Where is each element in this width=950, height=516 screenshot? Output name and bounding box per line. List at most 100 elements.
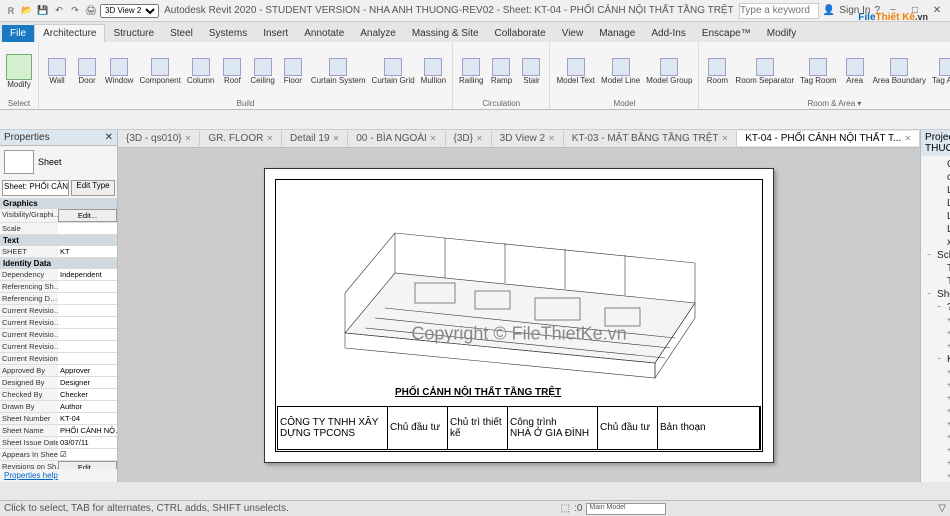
ribbon-tab-manage[interactable]: Manage [591, 25, 643, 42]
door-button[interactable]: Door [73, 56, 101, 87]
project-browser-tree[interactable]: Copy of xc_s1cấu tạo sànLegend 1Legend 2… [921, 156, 950, 482]
tree-node[interactable]: +KC-07 - CHI TIẾT THÉP [923, 457, 950, 470]
property-value[interactable]: Independent [58, 269, 117, 280]
column-button[interactable]: Column [185, 56, 217, 87]
property-value[interactable]: Edit... [58, 461, 117, 469]
tree-node[interactable]: −??? [923, 301, 950, 314]
tree-node[interactable]: +KC-04 - MẶT BẰNG CỘT TRỆT, TẦNG 2 [923, 418, 950, 431]
view-tab[interactable]: KT-04 - PHỐI CẢNH NỘI THẤT T...✕ [737, 131, 920, 146]
ribbon-tab-systems[interactable]: Systems [201, 25, 255, 42]
property-value[interactable] [58, 353, 117, 364]
user-icon[interactable]: 👤 [823, 5, 835, 16]
window-button[interactable]: Window [103, 56, 135, 87]
tree-node[interactable]: +00-1 - PHỐI CẢNH MẶT TRƯỚC [923, 327, 950, 340]
expand-icon[interactable]: − [927, 249, 935, 262]
curtainsystem-button[interactable]: Curtain System [309, 56, 368, 87]
expand-icon[interactable]: − [927, 288, 935, 301]
area-button[interactable]: Area [841, 56, 869, 87]
ribbon-tab-steel[interactable]: Steel [162, 25, 201, 42]
tree-node[interactable]: THỐNG KÊ BẢN VẼ KIẾN TRÚC [923, 262, 950, 275]
view-dropdown[interactable]: 3D View 2 [100, 4, 159, 18]
tree-node[interactable]: cấu tạo sàn [923, 171, 950, 184]
type-selector[interactable]: Sheet [0, 146, 117, 178]
component-button[interactable]: Component [137, 56, 182, 87]
close-tab-icon[interactable]: ✕ [721, 134, 728, 143]
property-value[interactable]: Edit... [58, 209, 117, 222]
tree-node[interactable]: +KC-06 - MẶT BẰNG DẦM SÀN TẦNG 2, S [923, 444, 950, 457]
ribbon-tab-structure[interactable]: Structure [105, 25, 162, 42]
property-value[interactable]: PHỐI CẢNH NỘ… [58, 425, 117, 436]
tree-node[interactable]: Copy of xc_s1 [923, 158, 950, 171]
property-value[interactable] [58, 281, 117, 292]
close-icon[interactable]: ✕ [928, 2, 946, 20]
view-tab[interactable]: Detail 19✕ [282, 131, 348, 146]
edit-type-button[interactable]: Edit Type [71, 180, 115, 196]
ribbon-tab-addins[interactable]: Add-Ins [643, 25, 693, 42]
tree-node[interactable]: +00-KC - KẾT CẤU [923, 366, 950, 379]
curtaingrid-button[interactable]: Curtain Grid [370, 56, 417, 87]
property-value[interactable] [58, 223, 117, 234]
close-tab-icon[interactable]: ✕ [430, 134, 437, 143]
search-input[interactable] [739, 3, 819, 19]
modeltext-button[interactable]: Model Text [554, 56, 597, 87]
modelgroup-button[interactable]: Model Group [644, 56, 694, 87]
view-tab[interactable]: KT-03 - MẶT BẰNG TẦNG TRỆT✕ [564, 131, 737, 146]
ribbon-tab-analyze[interactable]: Analyze [352, 25, 404, 42]
ribbon-tab-view[interactable]: View [554, 25, 592, 42]
property-value[interactable]: KT [58, 246, 117, 257]
property-value[interactable] [58, 329, 117, 340]
property-value[interactable]: 03/07/11 [58, 437, 117, 448]
tree-node[interactable]: Legend 1 [923, 184, 950, 197]
ribbon-tab-file[interactable]: File [2, 25, 34, 42]
ceiling-button[interactable]: Ceiling [248, 56, 276, 87]
tree-node[interactable]: −Schedules/Quantities (all) [923, 249, 950, 262]
stair-button[interactable]: Stair [517, 56, 545, 87]
close-tab-icon[interactable]: ✕ [266, 134, 273, 143]
tree-node[interactable]: −KC [923, 353, 950, 366]
tree-node[interactable]: +KC-03 - MẶT BẰNG MÓNG [923, 405, 950, 418]
ribbon-tab-architecture[interactable]: Architecture [34, 24, 105, 42]
tagarea-button[interactable]: Tag Area [930, 56, 950, 87]
undo-icon[interactable]: ↶ [52, 4, 66, 18]
view-tab[interactable]: {3D}✕ [446, 131, 492, 146]
print-icon[interactable]: 🖨 [84, 4, 98, 18]
ribbon-tab-enscape[interactable]: Enscape™ [694, 25, 759, 42]
tree-node[interactable]: +00 - BÌA NGOÀI [923, 314, 950, 327]
tree-node[interactable]: THỐNG KÊ BẢN VẼ KẾT CẤU [923, 275, 950, 288]
view-tab[interactable]: 00 - BÌA NGOÀI✕ [348, 131, 445, 146]
view-tab[interactable]: 3D View 2✕ [492, 131, 564, 146]
tree-node[interactable]: +KC-01 - DANH MỤC BẢN VẼ KẾT CẤU [923, 379, 950, 392]
drawing-area[interactable]: {3D - qs010}✕GR. FLOOR✕Detail 19✕00 - BÌ… [118, 130, 920, 482]
sheet-viewport[interactable]: PHỐI CẢNH NỘI THẤT TẦNG TRỆT CÔNG TY TNH… [118, 148, 920, 482]
roomseparator-button[interactable]: Room Separator [733, 56, 796, 87]
close-tab-icon[interactable]: ✕ [476, 134, 483, 143]
property-value[interactable]: Checker [58, 389, 117, 400]
property-value[interactable] [58, 293, 117, 304]
perspective-view[interactable] [305, 183, 735, 383]
property-value[interactable]: KT-04 [58, 413, 117, 424]
property-value[interactable] [58, 305, 117, 316]
tree-node[interactable]: +00-2 - PHỐI CẢNH GÓC [923, 340, 950, 353]
prop-section[interactable]: Graphics [0, 198, 117, 209]
ribbon-tab-collaborate[interactable]: Collaborate [487, 25, 554, 42]
redo-icon[interactable]: ↷ [68, 4, 82, 18]
revit-icon[interactable]: R [4, 4, 18, 18]
ramp-button[interactable]: Ramp [487, 56, 515, 87]
close-tab-icon[interactable]: ✕ [904, 134, 911, 143]
view-tab[interactable]: GR. FLOOR✕ [200, 131, 282, 146]
areaboundary-button[interactable]: Area Boundary [871, 56, 928, 87]
ribbon-tab-insert[interactable]: Insert [255, 25, 296, 42]
wall-button[interactable]: Wall [43, 56, 71, 87]
modelline-button[interactable]: Model Line [599, 56, 642, 87]
open-icon[interactable]: 📂 [20, 4, 34, 18]
property-value[interactable]: Approver [58, 365, 117, 376]
properties-help-link[interactable]: Properties help [0, 469, 117, 482]
ribbon-tab-annotate[interactable]: Annotate [296, 25, 352, 42]
close-tab-icon[interactable]: ✕ [548, 134, 555, 143]
close-tab-icon[interactable]: ✕ [185, 134, 192, 143]
floor-button[interactable]: Floor [279, 56, 307, 87]
tree-node[interactable]: xc_s1 [923, 236, 950, 249]
room-button[interactable]: Room [703, 56, 731, 87]
roof-button[interactable]: Roof [218, 56, 246, 87]
tree-node[interactable]: Legend 2 [923, 197, 950, 210]
